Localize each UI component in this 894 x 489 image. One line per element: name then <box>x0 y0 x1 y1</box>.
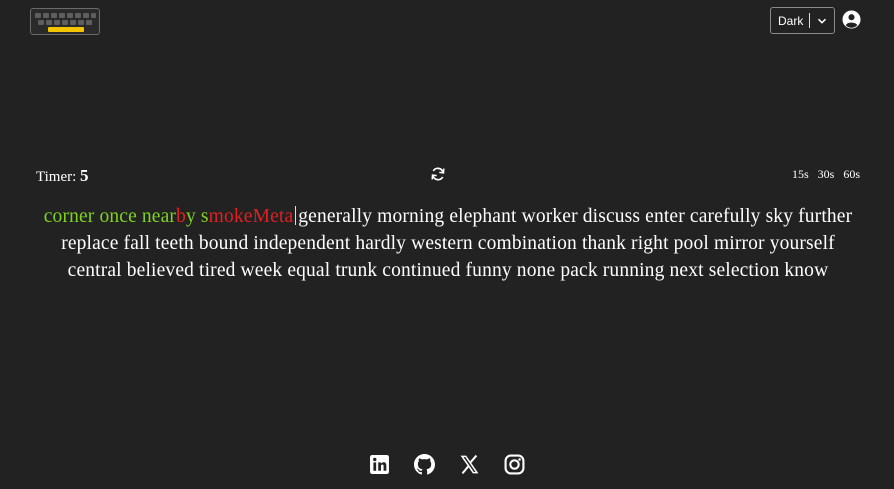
typed-incorrect-text: moke <box>208 206 253 227</box>
typed-incorrect-char: b <box>176 206 186 227</box>
timer: Timer: 5 <box>36 166 89 186</box>
key <box>35 13 41 18</box>
key <box>46 20 52 25</box>
text-caret <box>295 206 297 225</box>
instagram-icon[interactable] <box>504 454 525 475</box>
github-icon[interactable] <box>414 454 435 475</box>
social-links <box>0 454 894 475</box>
duration-options: 15s 30s 60s <box>792 167 860 182</box>
typed-extra-text: Meta <box>252 206 294 227</box>
restart-icon[interactable] <box>430 166 446 182</box>
keyboard-logo[interactable] <box>30 8 100 35</box>
key <box>54 20 60 25</box>
typed-correct-text: corner once near <box>43 206 177 227</box>
theme-select-value: Dark <box>778 13 804 28</box>
duration-30s-button[interactable]: 30s <box>818 167 835 182</box>
timer-value: 5 <box>80 166 89 185</box>
key <box>83 13 89 18</box>
key <box>70 20 76 25</box>
theme-select[interactable]: Dark <box>770 7 835 34</box>
duration-60s-button[interactable]: 60s <box>843 167 860 182</box>
typing-test-words[interactable]: corner once nearby smokeMeta generally mo… <box>40 203 856 284</box>
key <box>78 20 84 25</box>
timer-label: Timer: <box>36 169 77 185</box>
typed-correct-text: s <box>195 206 209 227</box>
typed-mixed-text: by <box>176 206 196 227</box>
key <box>59 13 65 18</box>
spacebar-key <box>48 27 84 32</box>
key <box>43 13 49 18</box>
key <box>86 20 92 25</box>
key <box>51 13 57 18</box>
typed-correct-char: y <box>185 206 196 227</box>
duration-15s-button[interactable]: 15s <box>792 167 809 182</box>
chevron-down-icon[interactable] <box>810 8 834 33</box>
user-profile-icon[interactable] <box>842 10 861 29</box>
key <box>67 13 73 18</box>
key <box>62 20 68 25</box>
linkedin-icon[interactable] <box>369 454 390 475</box>
key <box>38 20 44 25</box>
key <box>91 13 96 18</box>
x-icon[interactable] <box>459 454 480 475</box>
key <box>75 13 81 18</box>
